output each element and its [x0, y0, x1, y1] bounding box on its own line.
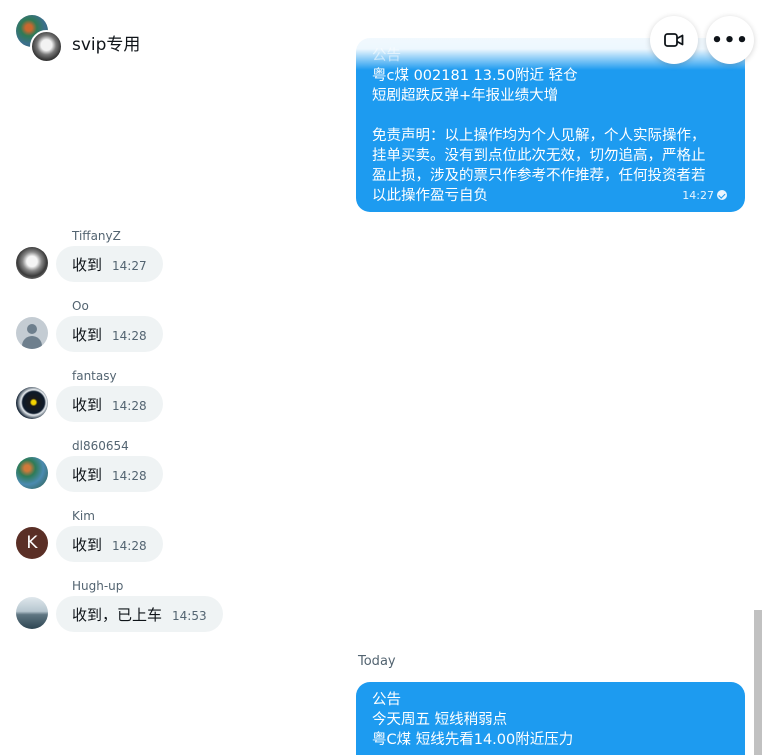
message-timestamp: 14:53 [172, 609, 207, 623]
avatar-initial: K [26, 533, 38, 553]
message-row: TiffanyZ 收到 14:27 [0, 229, 320, 299]
chat-header: svip专用 ••• [0, 0, 762, 70]
message-bubble[interactable]: 收到，已上车 14:53 [56, 596, 223, 632]
sender-name[interactable]: fantasy [72, 369, 117, 383]
sender-name[interactable]: Kim [72, 509, 95, 523]
message-timestamp: 14:28 [112, 469, 147, 483]
video-camera-icon [664, 33, 684, 47]
message-row: dl860654 收到 14:28 [0, 439, 320, 509]
default-avatar[interactable] [16, 317, 48, 349]
letter-avatar[interactable]: K [16, 527, 48, 559]
message-text: 收到 [72, 465, 103, 484]
message-line [372, 106, 729, 126]
message-bubble[interactable]: 收到 14:28 [56, 456, 163, 492]
message-line: 挂单买卖。没有到点位此次无效，切勿追高，严格止 [372, 148, 706, 164]
message-line: 粤C煤 短线先看14.00附近压力 [372, 732, 574, 748]
message-line: 盈止损，涉及的票只作参考不作推荐，任何投资者若 [372, 168, 706, 184]
message-bubble[interactable]: 收到 14:27 [56, 246, 163, 282]
group-avatar-secondary[interactable] [30, 30, 63, 63]
landscape-avatar[interactable] [16, 597, 48, 629]
sender-name[interactable]: Hugh-up [72, 579, 123, 593]
video-call-button[interactable] [650, 16, 698, 64]
message-text: 收到 [72, 395, 103, 414]
message-bubble[interactable]: 收到 14:28 [56, 386, 163, 422]
sender-name[interactable]: Oo [72, 299, 89, 313]
announcement-message[interactable]: 公告 今天周五 短线稍弱点 粤C煤 短线先看14.00附近压力 [356, 682, 745, 755]
message-row: fantasy 收到 14:28 [0, 369, 320, 439]
message-bubble[interactable]: 收到 14:28 [56, 526, 163, 562]
scrollbar-thumb[interactable] [754, 610, 762, 755]
message-row: Hugh-up 收到，已上车 14:53 [0, 579, 320, 649]
more-horizontal-icon: ••• [711, 29, 749, 51]
message-text: 收到 [72, 535, 103, 554]
message-timestamp: 14:28 [112, 329, 147, 343]
read-check-icon [717, 190, 727, 200]
message-line: 以此操作盈亏自负 [372, 188, 488, 204]
message-row: Oo 收到 14:28 [0, 299, 320, 369]
timestamp-text: 14:27 [682, 189, 714, 202]
message-line: 免责声明：以上操作均为个人见解，个人实际操作， [372, 128, 706, 144]
message-text: 收到，已上车 [72, 605, 163, 624]
message-text: 收到 [72, 255, 103, 274]
group-name[interactable]: svip专用 [72, 30, 140, 55]
message-text: 收到 [72, 325, 103, 344]
message-timestamp: 14:27 [112, 259, 147, 273]
sender-name[interactable]: TiffanyZ [72, 229, 121, 243]
sender-name[interactable]: dl860654 [72, 439, 129, 453]
map-avatar[interactable] [16, 457, 48, 489]
more-options-button[interactable]: ••• [706, 16, 754, 64]
message-line: 短剧超跌反弹+年报业绩大增 [372, 88, 559, 104]
message-timestamp: 14:28 [112, 539, 147, 553]
dog-avatar[interactable] [16, 247, 48, 279]
message-line: 今天周五 短线稍弱点 [372, 712, 508, 728]
date-divider: Today [358, 654, 396, 669]
message-row: Kim K 收到 14:28 [0, 509, 320, 579]
message-line: 公告 [372, 692, 401, 708]
message-bubble[interactable]: 收到 14:28 [56, 316, 163, 352]
message-timestamp: 14:28 [112, 399, 147, 413]
eye-avatar[interactable] [16, 387, 48, 419]
message-timestamp: 14:27 [682, 186, 727, 206]
